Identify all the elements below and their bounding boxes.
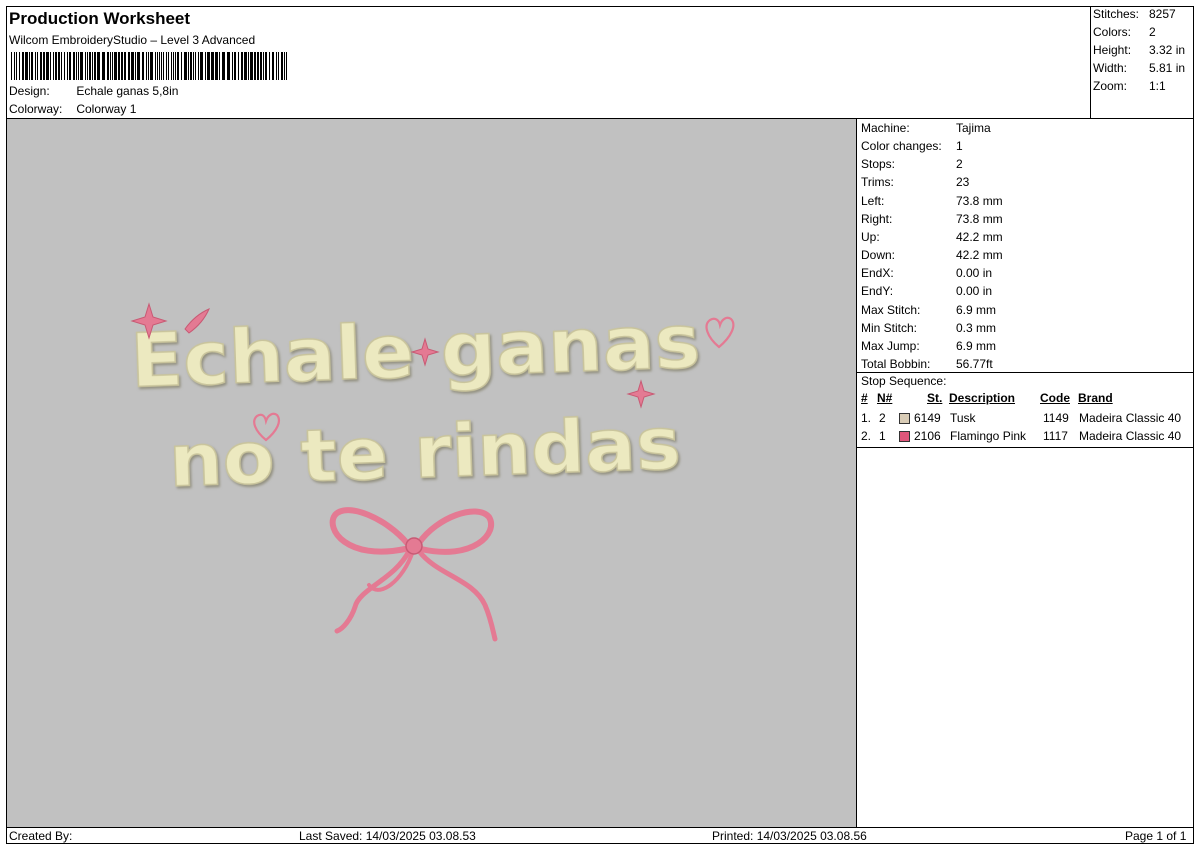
machine-info-row: Trims: 23 (861, 173, 969, 191)
created-by: Created By: (9, 829, 73, 843)
machine-info-row: Left: 73.8 mm (861, 192, 1003, 210)
machine-info-value: 0.3 mm (956, 320, 997, 335)
worksheet-header: Production Worksheet Wilcom EmbroiderySt… (7, 7, 1091, 119)
machine-info-value: 6.9 mm (956, 338, 997, 353)
machine-info-value: 42.2 mm (956, 248, 1003, 263)
software-name: Wilcom EmbroideryStudio – Level 3 Advanc… (9, 33, 256, 47)
worksheet-footer: Created By: Last Saved: 14/03/2025 03.08… (7, 827, 1193, 843)
col-header-description: Description (949, 391, 1016, 405)
page-title: Production Worksheet (9, 9, 191, 28)
design-stats: Stitches: 8257 Colors: 2 Height: 3.32 in Wi… (1091, 7, 1193, 119)
machine-info-row: Down: 42.2 mm (861, 246, 1003, 264)
divider (857, 372, 1193, 373)
design-value: Echale ganas 5,8in (76, 84, 179, 98)
col-header-st: St. (927, 391, 943, 405)
barcode-icon (11, 52, 287, 80)
machine-info-label: Stops: (861, 157, 896, 172)
machine-info-value: 42.2 mm (956, 229, 1003, 244)
machine-info-label: Up: (861, 229, 880, 244)
machine-info-row: Color changes: 1 (861, 137, 963, 155)
design-text-line-2: no te rindas (167, 401, 682, 503)
worksheet-frame: Production Worksheet Wilcom EmbroiderySt… (6, 6, 1194, 844)
col-header-code: Code (1040, 391, 1070, 405)
heart-icon (705, 316, 735, 349)
machine-info-value: 73.8 mm (956, 211, 1003, 226)
machine-info-label: Total Bobbin: (861, 356, 931, 371)
machine-info-label: Max Jump: (861, 338, 920, 353)
col-header-brand: Brand (1078, 391, 1113, 405)
machine-info-row: Right: 73.8 mm (861, 210, 1003, 228)
machine-info-row: Total Bobbin: 56.77ft (861, 355, 993, 373)
machine-info-panel: Machine: Tajima Color changes: 1 Stops: 2 Trim… (857, 119, 1193, 827)
machine-info-row: EndY: 0.00 in (861, 282, 992, 300)
design-row: Design: Echale ganas 5,8in (9, 84, 178, 98)
machine-info-row: Up: 42.2 mm (861, 228, 1003, 246)
divider (857, 447, 1193, 448)
machine-info-row: Machine: Tajima (861, 119, 991, 137)
thread-color-swatch (899, 413, 910, 424)
col-header-n: N# (877, 391, 893, 405)
stop-sequence-title: Stop Sequence: (861, 374, 947, 388)
stat-height: Height: 3.32 in (1093, 43, 1186, 57)
machine-info-label: EndY: (861, 284, 894, 299)
machine-info-value: 2 (956, 157, 963, 172)
stat-stitches: Stitches: 8257 (1093, 7, 1176, 21)
table-row: 1. 2 6149 Tusk 1149 Madeira Classic 40 (861, 411, 1182, 425)
machine-info-value: 1 (956, 139, 963, 154)
machine-info-row: Stops: 2 (861, 155, 963, 173)
design-label: Design: (9, 84, 50, 98)
machine-info-label: Trims: (861, 175, 894, 190)
machine-info-value: 56.77ft (956, 356, 993, 371)
stat-colors: Colors: 2 (1093, 25, 1156, 39)
machine-info-label: Machine: (861, 121, 910, 135)
machine-info-label: Color changes: (861, 139, 942, 154)
table-row: 2. 1 2106 Flamingo Pink 1117 Madeira Cla… (861, 429, 1182, 443)
printed-date: Printed: 14/03/2025 03.08.56 (712, 829, 867, 843)
colorway-label: Colorway: (9, 102, 63, 116)
machine-info-label: Min Stitch: (861, 320, 918, 335)
colorway-row: Colorway: Colorway 1 (9, 102, 136, 116)
page-number: Page 1 of 1 (1125, 829, 1187, 843)
machine-info-row: EndX: 0.00 in (861, 264, 992, 282)
machine-info-row: Max Jump: 6.9 mm (861, 337, 996, 355)
machine-info-value: 23 (956, 175, 970, 190)
machine-info-value: 6.9 mm (956, 302, 997, 317)
machine-info-row: Min Stitch: 0.3 mm (861, 319, 996, 337)
machine-info-value: Tajima (956, 121, 991, 135)
machine-info-value: 0.00 in (956, 284, 993, 299)
machine-info-label: Max Stitch: (861, 302, 921, 317)
machine-info-value: 0.00 in (956, 266, 993, 281)
machine-info-label: Down: (861, 248, 896, 263)
embroidery-design: Echale ganas no te rindas (128, 298, 735, 642)
colorway-value: Colorway 1 (76, 102, 137, 116)
stat-width: Width: 5.81 in (1093, 61, 1186, 75)
machine-info-row: Max Stitch: 6.9 mm (861, 301, 996, 319)
machine-info-value: 73.8 mm (956, 193, 1003, 208)
thread-color-swatch (899, 431, 910, 442)
design-preview: Echale ganas no te rindas (7, 119, 857, 827)
bow-design (329, 507, 498, 642)
machine-info-label: Right: (861, 211, 893, 226)
last-saved: Last Saved: 14/03/2025 03.08.53 (299, 829, 476, 843)
machine-info-label: EndX: (861, 266, 894, 281)
col-header-hash: # (861, 391, 868, 405)
bow-knot (405, 537, 423, 555)
stat-zoom: Zoom: 1:1 (1093, 79, 1166, 93)
machine-info-label: Left: (861, 193, 885, 208)
